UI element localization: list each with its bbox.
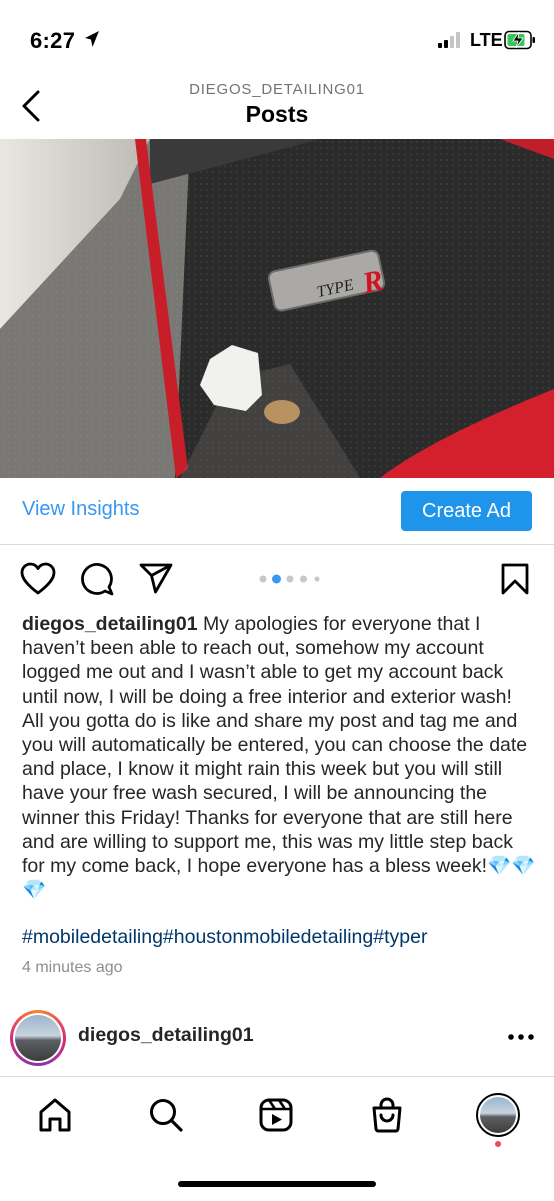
header-username: DIEGOS_DETAILING01 (189, 81, 365, 98)
page-title: Posts (245, 101, 309, 127)
status-bar: 6:27 LTE (0, 0, 554, 80)
avatar[interactable] (10, 1010, 66, 1066)
carousel-dot (259, 575, 267, 583)
post-timestamp: 4 minutes ago (22, 959, 123, 976)
create-ad-button[interactable]: Create Ad (401, 491, 532, 531)
home-indicator (178, 1181, 376, 1187)
carousel-indicator (259, 574, 320, 584)
status-time: 6:27 (30, 28, 76, 53)
battery-charging-icon (504, 30, 535, 50)
comment-icon[interactable] (80, 562, 114, 596)
location-arrow-icon (85, 31, 99, 47)
next-post-header: diegos_detailing01 (0, 1008, 554, 1066)
search-icon[interactable] (148, 1097, 184, 1133)
heart-icon[interactable] (20, 562, 56, 596)
profile-avatar[interactable] (476, 1093, 520, 1137)
caption-text: My apologies for everyone that I haven’t… (22, 613, 536, 902)
share-icon[interactable] (138, 562, 174, 596)
carousel-dot (300, 575, 307, 583)
insights-bar: View Insights Create Ad (0, 478, 554, 545)
reels-icon[interactable] (258, 1097, 294, 1133)
post-actions (0, 556, 554, 602)
shop-icon[interactable] (369, 1097, 405, 1133)
posts-header: DIEGOS_DETAILING01 Posts (0, 80, 554, 138)
carousel-dot (272, 574, 281, 584)
more-options-icon[interactable] (508, 1034, 534, 1040)
view-insights-link[interactable]: View Insights (22, 498, 139, 521)
notification-dot (495, 1141, 501, 1147)
post-hashtags[interactable]: #mobiledetailing#houstonmobiledetailing#… (22, 926, 427, 949)
caption-username[interactable]: diegos_detailing01 (22, 613, 198, 635)
home-icon[interactable] (37, 1097, 73, 1133)
next-post-username[interactable]: diegos_detailing01 (78, 1024, 254, 1047)
bookmark-icon[interactable] (500, 562, 530, 596)
carousel-dot (286, 575, 294, 583)
bottom-tab-bar (0, 1076, 554, 1201)
signal-icon (438, 32, 460, 48)
post-image[interactable]: TYPE R (0, 139, 554, 478)
post-caption: diegos_detailing01 My apologies for ever… (22, 612, 537, 902)
post-image-illustration: TYPE R (0, 139, 554, 478)
network-type: LTE (470, 30, 503, 50)
carousel-dot (314, 576, 320, 582)
